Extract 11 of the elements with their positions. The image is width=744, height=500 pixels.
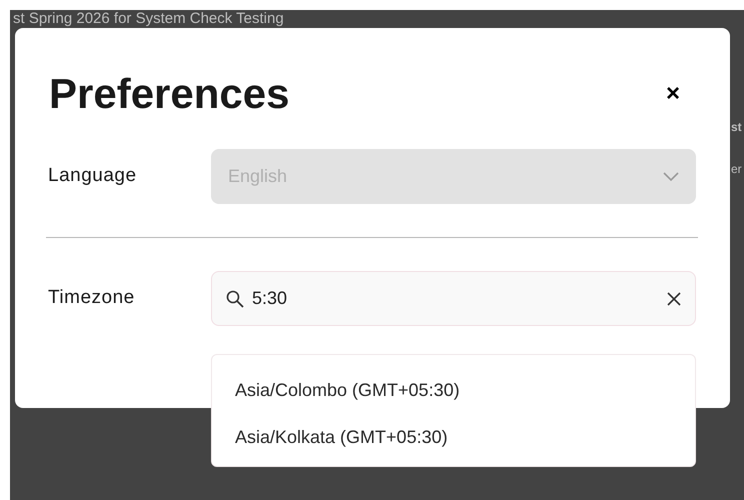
page-heading: st Spring 2026 for System Check Testing	[13, 10, 284, 28]
timezone-search-field[interactable]: 5:30	[211, 271, 696, 326]
field-label: Timezone	[48, 286, 136, 310]
field-label: Language	[48, 164, 138, 188]
chevron-down-icon	[663, 172, 679, 182]
clear-icon[interactable]	[667, 292, 681, 306]
dialog-title: Preferences	[49, 73, 290, 115]
close-button[interactable]: ×	[666, 82, 680, 106]
search-icon	[226, 290, 244, 308]
page-text: er	[731, 161, 742, 178]
page-text: st	[731, 119, 742, 136]
